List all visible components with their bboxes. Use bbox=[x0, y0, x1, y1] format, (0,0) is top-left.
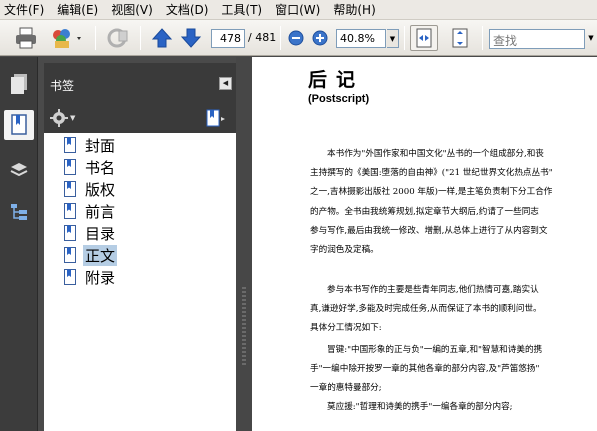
bookmark-label: 附录 bbox=[85, 268, 116, 287]
bookmark-item[interactable]: 正文 bbox=[64, 244, 235, 266]
text-line: 真,谦逊好学,多能及时完成任务,从而保证了本书的顺利问世。 bbox=[310, 304, 542, 315]
document-page: 后记 (Postscript) 本书作为"外国作家和中国文化"丛书的一个组成部分… bbox=[252, 57, 597, 431]
text-line: 莫应援:"哲理和诗美的携手"一编各章的部分内容; bbox=[327, 402, 513, 412]
bookmark-label: 目录 bbox=[85, 224, 116, 243]
bookmark-panel: 书签 ◀ ▼ 封面书名版权前言目录 正文附录 bbox=[44, 63, 236, 431]
triangle-left-icon: ◀ bbox=[222, 79, 229, 87]
text-line: 之一,吉林摄影出版社 2000 年版)一样,是主笔负责制下分工合作 bbox=[310, 187, 553, 198]
bookmark-icon bbox=[64, 181, 76, 197]
bookmark-icon bbox=[64, 225, 76, 241]
new-bookmark-icon bbox=[206, 109, 225, 127]
menu-edit[interactable]: 编辑(E) bbox=[57, 1, 98, 18]
structure-panel-button[interactable] bbox=[4, 197, 34, 227]
page-number-input[interactable]: 478 bbox=[211, 29, 245, 48]
bookmark-label: 封面 bbox=[85, 136, 116, 155]
panel-header: 书签 ◀ bbox=[44, 63, 236, 105]
sign-button[interactable] bbox=[104, 25, 132, 51]
bookmark-icon bbox=[64, 137, 76, 153]
fit-page-button[interactable] bbox=[446, 25, 474, 51]
bookmark-item[interactable]: 附录 bbox=[64, 267, 117, 287]
next-page-button[interactable] bbox=[179, 25, 203, 51]
bookmark-label: 正文 bbox=[83, 244, 118, 266]
menu-view[interactable]: 视图(V) bbox=[111, 1, 153, 18]
signature-icon bbox=[107, 28, 128, 48]
layers-panel-button[interactable] bbox=[4, 155, 34, 185]
text-line: 字的润色及定稿。 bbox=[310, 245, 379, 256]
chevron-down-icon: ▼ bbox=[389, 35, 396, 43]
panel-splitter[interactable] bbox=[236, 57, 252, 431]
zoom-out-button[interactable] bbox=[287, 25, 305, 51]
bookmark-icon bbox=[11, 114, 27, 135]
panel-title: 书签 bbox=[50, 79, 75, 93]
chevron-down-icon: ▼ bbox=[70, 114, 76, 122]
document-paragraph: 冒键:"中国形象的正与负"一编的五章,和"智慧和诗美的携手"一编中除开按罗一章的… bbox=[310, 341, 588, 399]
fit-width-icon bbox=[416, 28, 432, 48]
print-button[interactable] bbox=[12, 25, 40, 51]
options-button[interactable]: ▼ bbox=[50, 109, 75, 127]
find-input[interactable]: 查找 bbox=[489, 29, 585, 49]
text-line: 冒键:"中国形象的正与负"一编的五章,和"智慧和诗美的携 bbox=[327, 345, 543, 355]
minus-circle-icon bbox=[288, 30, 304, 46]
document-paragraph: 参与本书写作的主要是些青年同志,他们热情可嘉,踏实认真,谦逊好学,多能及时完成任… bbox=[310, 281, 588, 339]
pages-icon bbox=[11, 74, 27, 94]
menu-file[interactable]: 文件(F) bbox=[4, 1, 44, 18]
printer-icon bbox=[16, 27, 36, 49]
tree-structure-icon bbox=[11, 204, 27, 220]
text-line: 的产物。全书由我统筹规划,拟定章节大纲后,约请了一些同志 bbox=[310, 206, 539, 217]
document-subtitle: (Postscript) bbox=[308, 93, 370, 105]
find-dropdown-button[interactable]: ▼ bbox=[585, 29, 597, 49]
text-line: 主持撰写的《美国:堕落的自由神》("21 世纪世界文化热点丛书" bbox=[310, 168, 553, 179]
zoom-input[interactable]: 40.8% bbox=[336, 29, 386, 48]
text-line: 参与写作,最后由我统一修改、增删,从总体上进行了从内容到文 bbox=[310, 225, 548, 236]
splitter-grip[interactable] bbox=[242, 287, 246, 367]
document-paragraph: 本书作为"外国作家和中国文化"丛书的一个组成部分,和丧主持撰写的《美国:堕落的自… bbox=[310, 145, 588, 260]
bookmark-item[interactable]: 封面 bbox=[64, 135, 117, 155]
bookmark-label: 书名 bbox=[85, 158, 116, 177]
fit-page-icon bbox=[452, 28, 468, 48]
pages-panel-button[interactable] bbox=[4, 69, 34, 99]
document-paragraph: 莫应援:"哲理和诗美的携手"一编各章的部分内容; bbox=[310, 398, 588, 417]
zoom-dropdown-button[interactable]: ▼ bbox=[387, 29, 399, 48]
arrow-up-icon bbox=[151, 28, 173, 48]
fit-width-button[interactable] bbox=[410, 25, 438, 51]
menu-help[interactable]: 帮助(H) bbox=[333, 1, 375, 18]
bookmark-icon bbox=[64, 247, 76, 263]
text-line: 本书作为"外国作家和中国文化"丛书的一个组成部分,和丧 bbox=[327, 149, 544, 159]
bookmark-icon bbox=[64, 159, 76, 175]
chevron-down-icon: ▼ bbox=[588, 34, 594, 42]
zoom-in-button[interactable] bbox=[311, 25, 329, 51]
panel-toolbar: ▼ bbox=[44, 105, 236, 133]
menu-tools[interactable]: 工具(T) bbox=[221, 1, 262, 18]
page-total: / 481 bbox=[248, 31, 277, 44]
bookmark-item[interactable]: 版权 bbox=[64, 179, 117, 199]
bookmark-icon bbox=[64, 203, 76, 219]
menu-bar: 文件(F) 编辑(E) 视图(V) 文档(D) 工具(T) 窗口(W) 帮助(H… bbox=[0, 0, 597, 20]
new-bookmark-button[interactable] bbox=[205, 109, 227, 130]
bookmark-label: 版权 bbox=[85, 180, 116, 199]
collaborate-button[interactable] bbox=[48, 25, 86, 51]
text-line: 手"一编中除开按罗一章的其他各章的部分内容,及"芦笛悠扬" bbox=[310, 364, 540, 375]
text-line: 具体分工情况如下: bbox=[310, 323, 382, 334]
bookmarks-panel-button[interactable] bbox=[4, 110, 34, 140]
bookmark-item[interactable]: 目录 bbox=[64, 223, 117, 243]
users-icon bbox=[53, 29, 81, 48]
gear-icon bbox=[50, 109, 68, 127]
plus-circle-icon bbox=[312, 30, 328, 46]
text-line: 参与本书写作的主要是些青年同志,他们热情可嘉,踏实认 bbox=[327, 285, 539, 295]
previous-page-button[interactable] bbox=[150, 25, 174, 51]
bookmark-icon bbox=[64, 269, 76, 285]
navigation-rail bbox=[0, 57, 38, 431]
toolbar: 478 / 481 40.8% ▼ 查找 ▼ bbox=[0, 20, 597, 56]
bookmark-item[interactable]: 书名 bbox=[64, 157, 117, 177]
menu-window[interactable]: 窗口(W) bbox=[275, 1, 320, 18]
menu-document[interactable]: 文档(D) bbox=[166, 1, 209, 18]
layers-icon bbox=[10, 163, 28, 177]
collapse-panel-button[interactable]: ◀ bbox=[219, 77, 232, 90]
document-title: 后记 bbox=[308, 69, 365, 91]
bookmark-label: 前言 bbox=[85, 202, 116, 221]
arrow-down-icon bbox=[180, 28, 202, 48]
bookmark-item[interactable]: 前言 bbox=[64, 201, 117, 221]
text-line: 一章的惠特曼部分; bbox=[310, 383, 382, 394]
